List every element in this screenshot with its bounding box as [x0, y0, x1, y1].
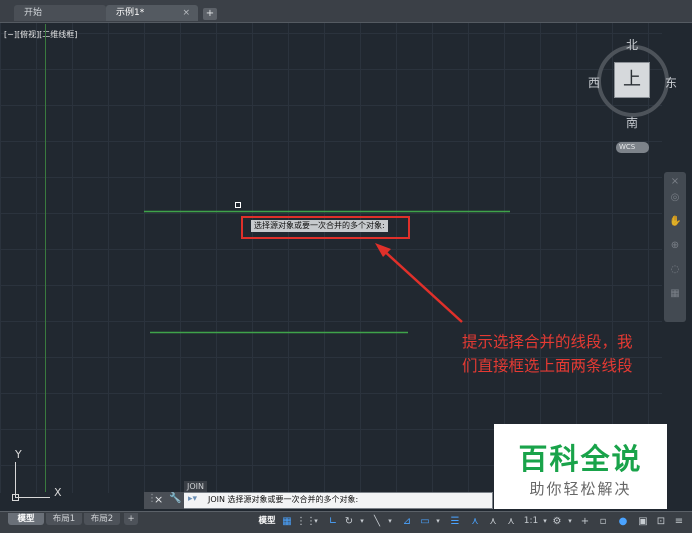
close-icon[interactable]: ×	[669, 176, 681, 188]
command-history-icon[interactable]: ▸▾	[188, 494, 197, 504]
showmotion-icon[interactable]: ▦	[669, 288, 681, 300]
tab-layout2[interactable]: 布局2	[84, 513, 120, 525]
command-prompt-text: JOIN 选择源对象或要一次合并的多个对象:	[208, 495, 359, 504]
wcs-menu[interactable]: WCS	[616, 142, 649, 153]
compass-west[interactable]: 西	[588, 74, 600, 91]
fullscreen-icon[interactable]: ⊡	[654, 514, 668, 529]
annotation-scale-value[interactable]: 1:1	[521, 514, 541, 529]
close-icon[interactable]: ×	[154, 493, 163, 506]
ucs-y-label: Y	[15, 448, 22, 461]
hardware-acceleration-icon[interactable]: ●	[616, 514, 630, 529]
osnap-tracking-icon[interactable]: ╲	[370, 514, 384, 529]
annotation-arrow-shaft	[381, 248, 463, 323]
ortho-icon[interactable]: ∟	[326, 514, 340, 529]
cursor-pickbox	[235, 202, 241, 208]
ucs-x-label: X	[54, 486, 62, 499]
object-snap-icon[interactable]: ⊿	[400, 514, 414, 529]
wcs-label: WCS	[619, 143, 636, 151]
annotation-line-2: 们直接框选上面两条线段	[462, 357, 633, 375]
pan-icon[interactable]: ✋	[669, 216, 681, 228]
annotation-highlight-box	[241, 216, 410, 239]
chevron-down-icon[interactable]: ▾	[386, 514, 394, 529]
viewcube-top-face[interactable]: 上	[614, 62, 650, 98]
navigation-bar: × ◎ ✋ ⊕ ◌ ▦	[664, 172, 686, 322]
tab-model[interactable]: 模型	[8, 513, 44, 525]
tab-layout2-label: 布局2	[90, 514, 114, 524]
annotation-scale-icon[interactable]: ⋏	[504, 514, 518, 529]
lineweight-icon[interactable]: ☰	[448, 514, 462, 529]
watermark-subtitle: 助你轻松解决	[529, 480, 632, 498]
clean-screen-toggle-icon[interactable]: ▣	[636, 514, 650, 529]
polar-icon[interactable]: ↻	[342, 514, 356, 529]
add-layout-button[interactable]: +	[124, 513, 138, 525]
recent-command: JOIN	[184, 481, 207, 492]
chevron-down-icon[interactable]: ▾	[566, 514, 574, 529]
chevron-down-icon[interactable]: ▾	[312, 514, 320, 529]
dynamic-ucs-icon[interactable]: ▭	[418, 514, 432, 529]
compass-east[interactable]: 东	[665, 74, 677, 91]
tab-layout1-label: 布局1	[52, 514, 76, 524]
steering-wheel-icon[interactable]: ◎	[669, 192, 681, 204]
plus-icon[interactable]: +	[578, 514, 592, 529]
auto-scale-icon[interactable]: ⋏	[486, 514, 500, 529]
chevron-down-icon[interactable]: ▾	[434, 514, 442, 529]
watermark-logo: 百科全说 助你轻松解决	[494, 424, 667, 509]
chevron-down-icon[interactable]: ▾	[358, 514, 366, 529]
zoom-icon[interactable]: ⊕	[669, 240, 681, 252]
chevron-down-icon[interactable]: ▾	[541, 514, 549, 529]
command-line-tools: ⋮ × 🔧	[144, 492, 184, 509]
tab-layout1[interactable]: 布局1	[46, 513, 82, 525]
compass-north[interactable]: 北	[626, 36, 638, 53]
customization-menu-icon[interactable]: ≡	[672, 514, 686, 529]
annotation-line-1: 提示选择合并的线段，我	[462, 333, 633, 351]
annotation-visibility-icon[interactable]: ⋏	[468, 514, 482, 529]
orbit-icon[interactable]: ◌	[669, 264, 681, 276]
annotation-text: 提示选择合并的线段，我 们直接框选上面两条线段	[462, 330, 692, 378]
isolate-objects-icon[interactable]: ▫	[596, 514, 610, 529]
gear-icon[interactable]: ⚙	[550, 514, 564, 529]
watermark-title: 百科全说	[518, 442, 643, 476]
compass-south[interactable]: 南	[626, 114, 638, 131]
wrench-icon[interactable]: 🔧	[169, 493, 181, 504]
grid-icon[interactable]: ▦	[280, 514, 294, 529]
tab-model-label: 模型	[17, 514, 35, 524]
snap-icon[interactable]: ⋮⋮	[296, 514, 316, 529]
model-space-toggle[interactable]: 模型	[256, 514, 278, 529]
